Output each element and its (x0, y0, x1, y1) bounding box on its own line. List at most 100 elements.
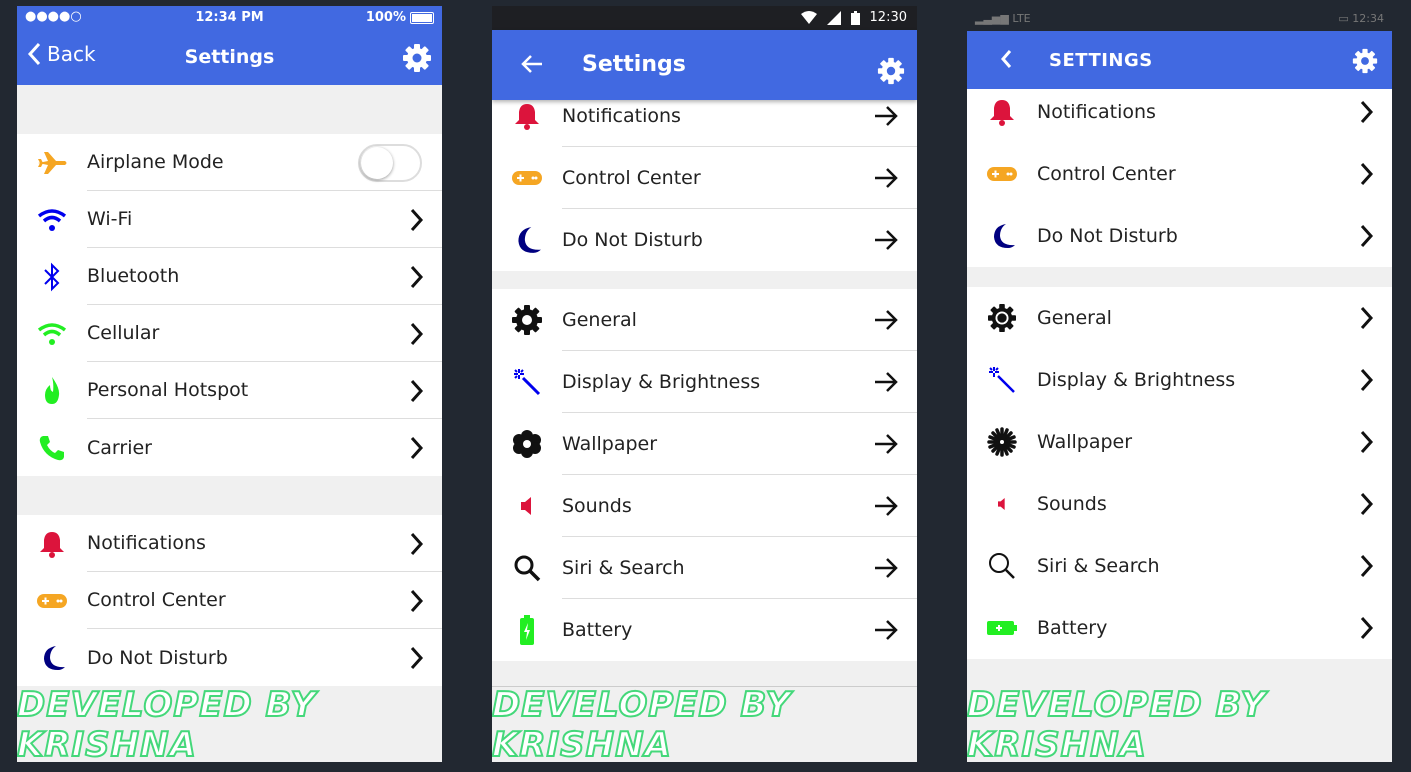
row-display-brightness[interactable]: Display & Brightness (967, 349, 1392, 411)
arrow-left-icon (521, 55, 542, 73)
status-time: 12:34 (1352, 12, 1384, 25)
row-do-not-disturb[interactable]: Do Not Disturb (17, 629, 442, 686)
gear-icon (512, 305, 542, 335)
battery-icon (520, 615, 534, 645)
row-label: Wallpaper (1037, 431, 1133, 453)
row-wallpaper[interactable]: Wallpaper (492, 413, 917, 475)
settings-group-notifications: Notifications Control Center Do Not Dist… (967, 81, 1392, 267)
row-label: Battery (1037, 617, 1108, 639)
phone-screen-dark: ▂▃▅▆ LTE ▭ 12:34 SETTINGS Notifications … (967, 6, 1392, 762)
status-time: 12:30 (869, 10, 907, 25)
row-label: General (562, 289, 917, 351)
search-icon (989, 553, 1015, 579)
row-general[interactable]: General (967, 287, 1392, 349)
phone-screen-android: 12:30 Settings Notifications Control Cen… (492, 6, 917, 762)
settings-group-general: General Display & Brightness Wallpaper S… (492, 289, 917, 661)
row-label: Do Not Disturb (1037, 225, 1178, 247)
status-bar: ●●●●○ 12:34 PM 100% (17, 6, 442, 30)
row-notifications[interactable]: Notifications (17, 515, 442, 572)
row-label: Battery (562, 619, 633, 641)
row-label: Wallpaper (562, 413, 917, 475)
row-label: Personal Hotspot (87, 362, 442, 419)
settings-button[interactable] (1352, 48, 1378, 78)
row-control-center[interactable]: Control Center (967, 143, 1392, 205)
chevron-right-icon (1360, 306, 1374, 330)
back-button[interactable] (999, 48, 1013, 70)
settings-button[interactable] (402, 43, 432, 77)
chevron-right-icon (1360, 554, 1374, 578)
row-siri-search[interactable]: Siri & Search (967, 535, 1392, 597)
bell-icon (990, 100, 1014, 126)
back-button[interactable] (520, 52, 544, 76)
arrow-right-icon (875, 620, 898, 640)
row-wallpaper[interactable]: Wallpaper (967, 411, 1392, 473)
chevron-right-icon (1360, 430, 1374, 454)
developer-credit: DEVELOPED BY KRISHNA (492, 684, 917, 762)
row-carrier[interactable]: Carrier (17, 419, 442, 476)
gamepad-icon (37, 593, 67, 608)
row-bluetooth[interactable]: Bluetooth (17, 248, 442, 305)
row-sounds[interactable]: Sounds (492, 475, 917, 537)
row-display-brightness[interactable]: Display & Brightness (492, 351, 917, 413)
row-sounds[interactable]: Sounds (967, 473, 1392, 535)
cellular-icon (37, 322, 67, 345)
row-general[interactable]: General (492, 289, 917, 351)
row-label: Display & Brightness (1037, 369, 1236, 391)
nav-bar: Back Settings (17, 30, 442, 85)
arrow-right-icon (875, 496, 898, 516)
row-notifications[interactable]: Notifications (492, 85, 917, 147)
battery-percent: 100% (365, 10, 406, 25)
row-label: Do Not Disturb (562, 229, 703, 251)
page-title: Settings (184, 46, 275, 68)
status-bar: ▂▃▅▆ LTE ▭ 12:34 (967, 6, 1392, 31)
row-notifications[interactable]: Notifications (967, 81, 1392, 143)
settings-group-general: General Display & Brightness Wallpaper S… (967, 287, 1392, 659)
row-personal-hotspot[interactable]: Personal Hotspot (17, 362, 442, 419)
airplane-icon (38, 151, 67, 174)
chevron-right-icon (1360, 162, 1374, 186)
row-siri-search[interactable]: Siri & Search (492, 537, 917, 599)
row-control-center[interactable]: Control Center (492, 147, 917, 209)
chevron-right-icon (410, 646, 424, 669)
chevron-right-icon (410, 322, 424, 345)
row-label: Do Not Disturb (87, 646, 228, 669)
search-icon (514, 555, 541, 582)
row-battery[interactable]: Battery (492, 599, 917, 661)
row-cellular[interactable]: Cellular (17, 305, 442, 362)
arrow-right-icon (875, 106, 898, 126)
row-battery[interactable]: Battery (967, 597, 1392, 659)
row-wifi[interactable]: Wi-Fi (17, 191, 442, 248)
chevron-right-icon (410, 589, 424, 612)
battery-icon: ▭ (1338, 12, 1353, 25)
chevron-right-icon (410, 436, 424, 459)
bell-icon (515, 104, 539, 130)
gear-icon (988, 304, 1016, 332)
row-label: Sounds (1037, 493, 1107, 515)
cell-signal-icon (826, 10, 841, 25)
moon-icon (994, 224, 1015, 248)
battery-icon (410, 11, 434, 24)
airplane-toggle[interactable] (358, 143, 422, 182)
row-label: Control Center (1037, 163, 1176, 185)
row-label: Sounds (562, 475, 917, 537)
row-do-not-disturb[interactable]: Do Not Disturb (967, 205, 1392, 267)
row-label: Siri & Search (562, 537, 917, 599)
chevron-right-icon (410, 208, 424, 231)
row-label: Notifications (562, 85, 917, 147)
arrow-right-icon (875, 558, 898, 578)
wifi-signal-icon (800, 10, 817, 24)
row-do-not-disturb[interactable]: Do Not Disturb (492, 209, 917, 271)
row-airplane-mode[interactable]: Airplane Mode (17, 134, 442, 191)
chevron-right-icon (1360, 616, 1374, 640)
phone-icon (39, 435, 64, 460)
bluetooth-icon (44, 262, 60, 291)
magic-wand-icon (514, 369, 541, 396)
row-label: Bluetooth (87, 248, 442, 305)
row-control-center[interactable]: Control Center (17, 572, 442, 629)
network-type: LTE (1012, 12, 1031, 25)
flower-icon (513, 430, 541, 458)
developer-credit: DEVELOPED BY KRISHNA (967, 684, 1392, 762)
chevron-right-icon (410, 532, 424, 555)
moon-icon (44, 645, 65, 670)
battery-icon (850, 10, 860, 25)
